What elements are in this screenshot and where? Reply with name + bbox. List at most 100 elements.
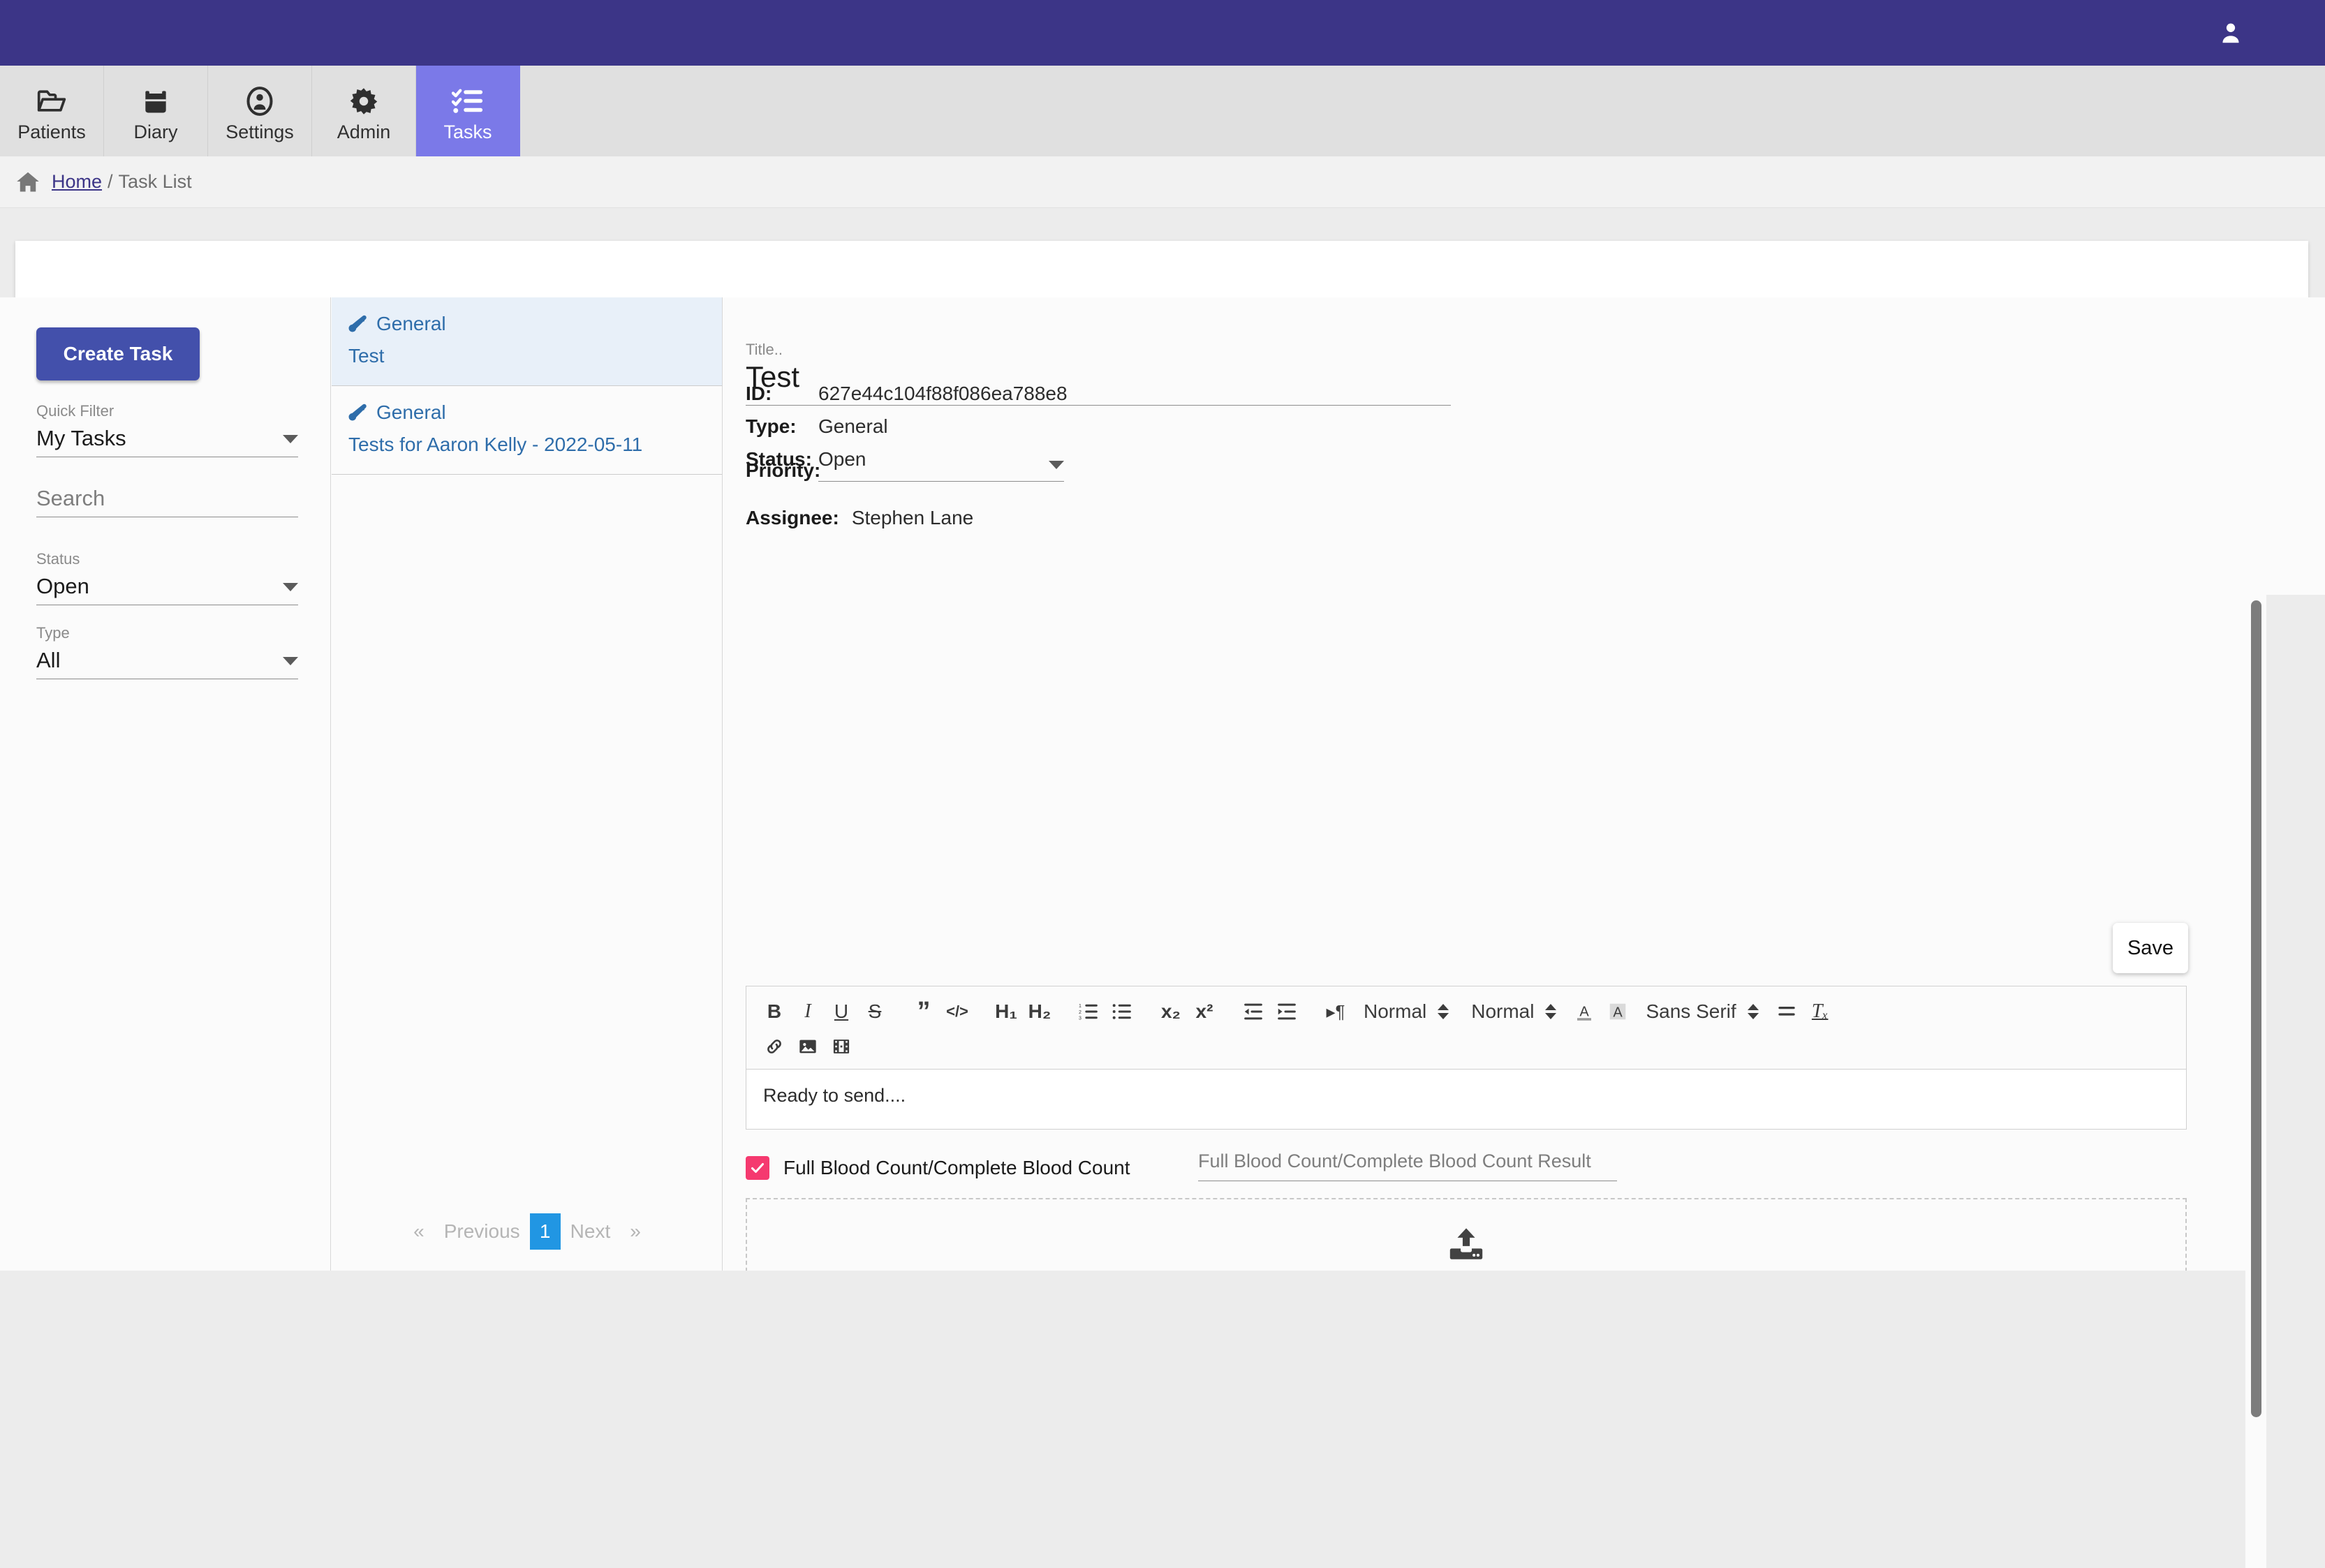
clear-format-icon[interactable]: Tₓ (1808, 996, 1832, 1027)
full-blood-count-result-input[interactable]: Full Blood Count/Complete Blood Count Re… (1198, 1151, 1617, 1181)
detail-scrollbar-thumb[interactable] (2251, 600, 2261, 1417)
task-detail-panel: Title.. Test ID: 627e44c104f88f086ea788e… (723, 297, 2325, 1271)
heading-size-select[interactable]: Normal (1364, 1000, 1449, 1023)
task-list-panel: General Test General Tests for Aaron Kel… (332, 297, 723, 1271)
text-color-icon[interactable]: A (1572, 996, 1596, 1027)
svg-text:3: 3 (1079, 1016, 1082, 1021)
align-icon[interactable] (1775, 996, 1799, 1027)
font-family-value: Sans Serif (1646, 1000, 1736, 1022)
field-id-value: 627e44c104f88f086ea788e8 (818, 383, 1068, 404)
stepper-arrows-icon (1545, 1004, 1557, 1019)
editor-toolbar: B I U S ” </> H₁ H₂ 1 2 3 x₂ x² ▸¶ Norma… (746, 986, 2187, 1070)
create-task-button[interactable]: Create Task (36, 327, 200, 380)
editor-content[interactable]: Ready to send.... (746, 1070, 2187, 1130)
task-list-item[interactable]: General Test (332, 297, 722, 386)
pagination-next[interactable]: Next (561, 1222, 621, 1241)
home-icon[interactable] (15, 170, 40, 195)
nav-item-settings[interactable]: Settings (208, 66, 312, 156)
calendar-icon (140, 80, 171, 117)
task-list-item[interactable]: General Tests for Aaron Kelly - 2022-05-… (332, 386, 722, 475)
breadcrumb-separator: / (108, 171, 113, 192)
pagination-last[interactable]: » (620, 1222, 651, 1241)
priority-label: Priority: (746, 459, 821, 481)
test-item-row: Full Blood Count/Complete Blood Count (746, 1156, 1130, 1180)
stepper-arrows-icon (1747, 1004, 1759, 1019)
task-title: Test (348, 345, 385, 367)
code-block-icon[interactable]: </> (945, 996, 969, 1027)
file-dropzone[interactable]: Drag and drop file here or Browse for fi… (746, 1198, 2187, 1271)
nav-item-diary[interactable]: Diary (104, 66, 208, 156)
text-direction-icon[interactable]: ▸¶ (1324, 996, 1348, 1027)
strikethrough-icon[interactable]: S (863, 996, 887, 1027)
filter-sidebar: Create Task Quick Filter My Tasks Search… (0, 297, 331, 1271)
chevron-down-icon (283, 657, 298, 665)
priority-select[interactable] (818, 452, 1064, 482)
status-label: Status (36, 550, 80, 568)
indent-icon[interactable] (1275, 996, 1299, 1027)
svg-text:2: 2 (1079, 1010, 1082, 1015)
svg-text:1: 1 (1079, 1004, 1082, 1009)
search-input[interactable]: Search (36, 487, 105, 509)
video-icon[interactable] (829, 1031, 853, 1062)
quick-filter-label: Quick Filter (36, 402, 115, 420)
detail-scrollbar-track[interactable] (2245, 595, 2266, 1568)
editor-toolbar-row-2 (758, 1031, 2175, 1062)
heading-2-icon[interactable]: H₂ (1028, 996, 1051, 1027)
ordered-list-icon[interactable]: 1 2 3 (1077, 996, 1100, 1027)
save-button[interactable]: Save (2113, 923, 2188, 973)
line-height-value: Normal (1471, 1000, 1535, 1022)
breadcrumb-home-link[interactable]: Home (52, 171, 102, 193)
nav-item-patients[interactable]: Patients (0, 66, 104, 156)
type-value: All (36, 648, 61, 672)
bold-icon[interactable]: B (762, 996, 786, 1027)
task-workspace: Create Task Quick Filter My Tasks Search… (0, 297, 2325, 1568)
image-icon[interactable] (796, 1031, 820, 1062)
blockquote-icon[interactable]: ” (912, 996, 936, 1027)
svg-text:A: A (1614, 1005, 1623, 1021)
outdent-icon[interactable] (1241, 996, 1265, 1027)
field-id-key: ID: (746, 383, 772, 404)
top-app-bar (0, 0, 2325, 66)
page-header-card (15, 241, 2308, 297)
type-label: Type (36, 624, 70, 642)
pagination-page-1[interactable]: 1 (529, 1213, 561, 1250)
background-color-icon[interactable]: A (1606, 996, 1630, 1027)
chevron-down-icon (1049, 461, 1064, 469)
heading-1-icon[interactable]: H₁ (994, 996, 1018, 1027)
folder-open-icon (36, 80, 67, 117)
user-icon[interactable] (2218, 20, 2243, 45)
underline-icon[interactable]: U (829, 996, 853, 1027)
font-family-select[interactable]: Sans Serif (1646, 1000, 1759, 1023)
bullet-list-icon[interactable] (1110, 996, 1134, 1027)
pagination-previous[interactable]: Previous (434, 1222, 530, 1241)
assignee-field: Assignee: Stephen Lane (746, 507, 973, 529)
checklist-icon (452, 80, 484, 117)
nav-item-tasks[interactable]: Tasks (416, 66, 520, 156)
title-label: Title.. (746, 341, 783, 358)
task-type-label: General (376, 401, 446, 423)
task-type-row: General (348, 401, 705, 424)
italic-icon[interactable]: I (796, 996, 820, 1027)
full-blood-count-label: Full Blood Count/Complete Blood Count (783, 1157, 1130, 1178)
test-tube-icon (348, 314, 368, 334)
full-blood-count-checkbox[interactable] (746, 1156, 769, 1180)
quick-filter-field[interactable]: Quick Filter My Tasks (36, 404, 298, 457)
field-type: Type: General (746, 415, 888, 438)
assignee-value: Stephen Lane (851, 507, 974, 528)
nav-item-admin[interactable]: Admin (312, 66, 416, 156)
task-type-row: General (348, 313, 705, 335)
upload-icon (1446, 1225, 1486, 1269)
type-field[interactable]: Type All (36, 626, 298, 679)
search-field[interactable]: Search (36, 487, 298, 517)
quick-filter-value: My Tasks (36, 426, 126, 450)
line-height-select[interactable]: Normal (1471, 1000, 1557, 1023)
superscript-icon[interactable]: x² (1193, 996, 1216, 1027)
page-gutter (2266, 595, 2325, 1568)
stepper-arrows-icon (1438, 1004, 1449, 1019)
link-icon[interactable] (762, 1031, 786, 1062)
nav-label: Tasks (443, 121, 492, 142)
pagination-first[interactable]: « (404, 1222, 434, 1241)
subscript-icon[interactable]: x₂ (1159, 996, 1183, 1027)
chevron-down-icon (283, 583, 298, 591)
status-field[interactable]: Status Open (36, 552, 298, 605)
